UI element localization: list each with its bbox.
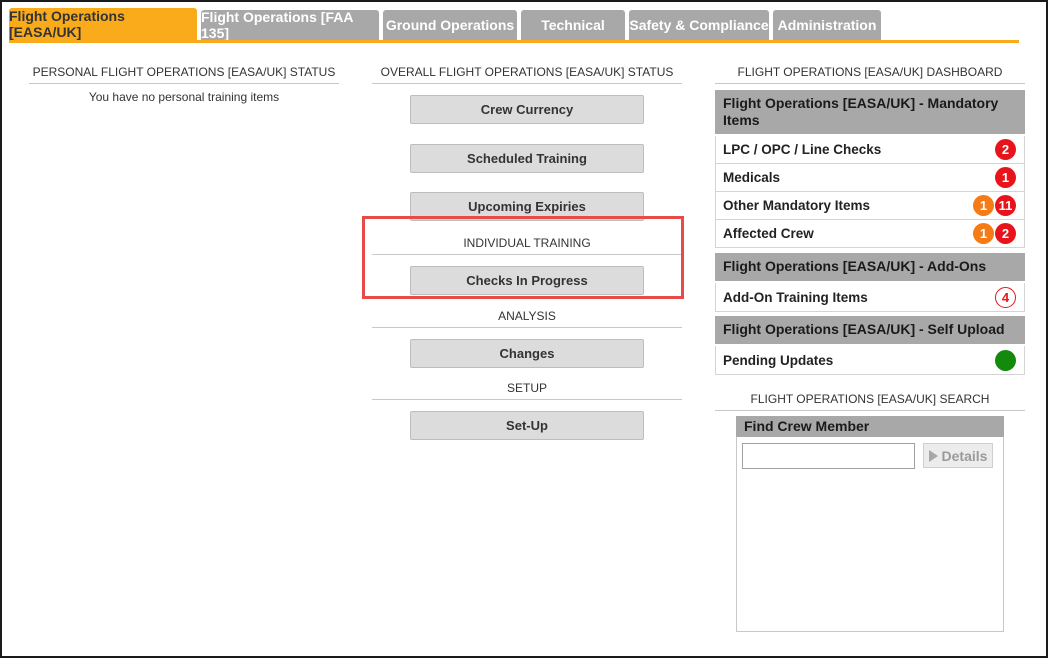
individual-training-heading: INDIVIDUAL TRAINING [372, 236, 682, 255]
dashboard-row-medicals[interactable]: Medicals 1 [715, 164, 1025, 192]
badge-group: 1 [995, 167, 1016, 188]
analysis-heading: ANALYSIS [372, 309, 682, 328]
checks-in-progress-button[interactable]: Checks In Progress [410, 266, 644, 295]
setup-button[interactable]: Set-Up [410, 411, 644, 440]
scheduled-training-button[interactable]: Scheduled Training [410, 144, 644, 173]
badge-group: 2 [995, 139, 1016, 160]
tab-underline [9, 40, 1019, 43]
badge-group: 4 [995, 286, 1016, 308]
upcoming-expiries-button[interactable]: Upcoming Expiries [410, 192, 644, 221]
crew-search-input[interactable] [742, 443, 915, 469]
details-button[interactable]: Details [923, 443, 993, 468]
count-badge[interactable]: 4 [995, 286, 1016, 308]
crew-currency-button[interactable]: Crew Currency [410, 95, 644, 124]
search-heading: FLIGHT OPERATIONS [EASA/UK] SEARCH [715, 392, 1025, 411]
count-badge[interactable]: 1 [973, 195, 994, 216]
tab-administration[interactable]: Administration [773, 10, 881, 40]
count-badge[interactable]: 1 [973, 223, 994, 244]
badge-group: 1 11 [973, 195, 1016, 216]
tab-flight-ops-faa-135[interactable]: Flight Operations [FAA 135] [201, 9, 379, 41]
add-ons-header: Flight Operations [EASA/UK] - Add-Ons [715, 253, 1025, 281]
row-label: Other Mandatory Items [723, 198, 871, 213]
module-tabs: Flight Operations [EASA/UK] Flight Opera… [9, 8, 885, 42]
find-crew-title: Find Crew Member [736, 416, 1004, 437]
personal-status-heading: PERSONAL FLIGHT OPERATIONS [EASA/UK] STA… [29, 65, 339, 84]
details-label: Details [941, 447, 988, 464]
row-label: Affected Crew [723, 226, 814, 241]
badge-group: 1 2 [973, 223, 1016, 244]
mandatory-items-header: Flight Operations [EASA/UK] - Mandatory … [715, 90, 1025, 134]
count-badge[interactable]: 11 [995, 195, 1016, 216]
dashboard-row-pending-updates[interactable]: Pending Updates [715, 346, 1025, 375]
overall-status-heading: OVERALL FLIGHT OPERATIONS [EASA/UK] STAT… [372, 65, 682, 84]
personal-empty-message: You have no personal training items [88, 90, 280, 104]
dashboard-row-affected-crew[interactable]: Affected Crew 1 2 [715, 220, 1025, 248]
dashboard-row-lpc-opc-line-checks[interactable]: LPC / OPC / Line Checks 2 [715, 136, 1025, 164]
badge-group [995, 349, 1016, 371]
row-label: Pending Updates [723, 352, 834, 368]
dashboard-row-other-mandatory-items[interactable]: Other Mandatory Items 1 11 [715, 192, 1025, 220]
row-label: LPC / OPC / Line Checks [723, 142, 882, 157]
row-label: Medicals [723, 170, 781, 185]
count-badge[interactable]: 2 [995, 139, 1016, 160]
count-badge[interactable]: 2 [995, 223, 1016, 244]
dashboard-row-add-on-training-items[interactable]: Add-On Training Items 4 [715, 283, 1025, 312]
tab-flight-ops-easa-uk[interactable]: Flight Operations [EASA/UK] [9, 8, 197, 40]
self-upload-header: Flight Operations [EASA/UK] - Self Uploa… [715, 316, 1025, 344]
count-badge[interactable]: 1 [995, 167, 1016, 188]
tab-technical[interactable]: Technical [521, 10, 625, 40]
status-indicator-icon[interactable] [995, 349, 1016, 371]
row-label: Add-On Training Items [723, 289, 868, 305]
tab-safety-compliance[interactable]: Safety & Compliance [629, 10, 769, 40]
changes-button[interactable]: Changes [410, 339, 644, 368]
dashboard-heading: FLIGHT OPERATIONS [EASA/UK] DASHBOARD [715, 65, 1025, 84]
tab-ground-operations[interactable]: Ground Operations [383, 10, 517, 40]
play-icon [928, 449, 938, 462]
setup-heading: SETUP [372, 381, 682, 400]
